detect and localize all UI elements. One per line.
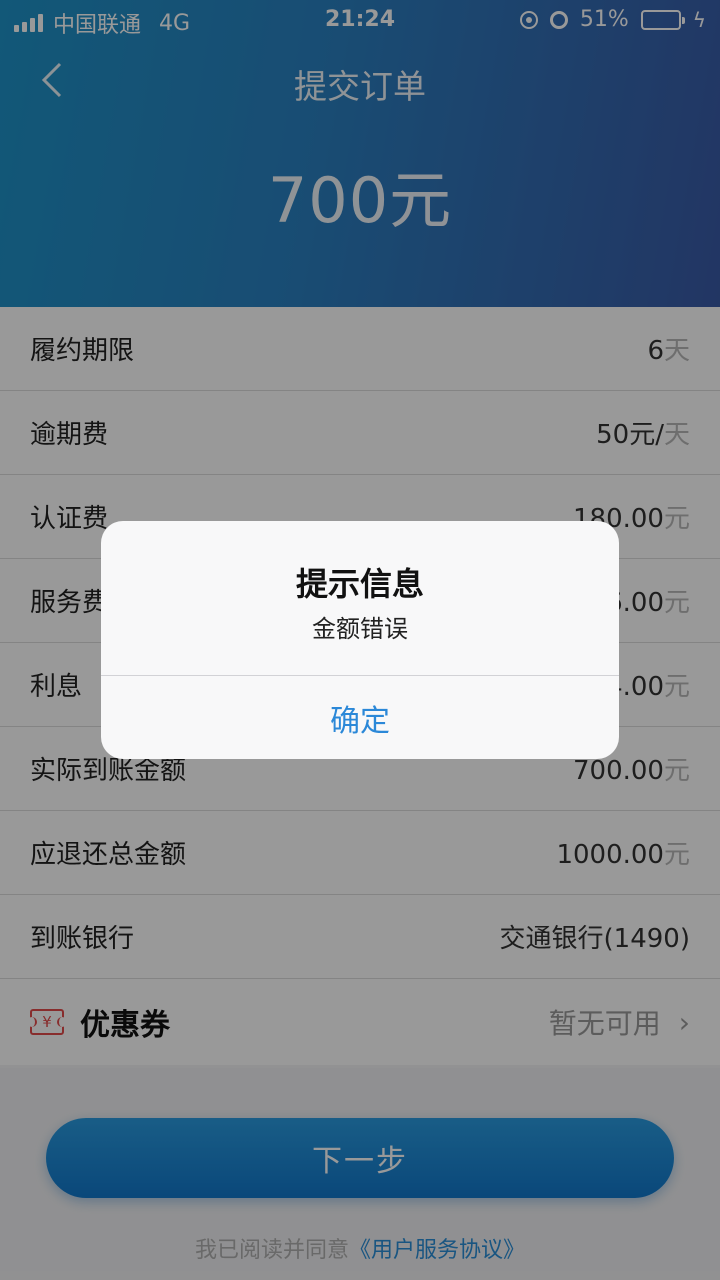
alert-dialog: 提示信息 金额错误 确定 — [101, 521, 619, 759]
dialog-title: 提示信息 — [295, 565, 424, 603]
dialog-confirm-button[interactable]: 确定 — [101, 676, 619, 759]
dialog-message: 金额错误 — [312, 615, 408, 643]
